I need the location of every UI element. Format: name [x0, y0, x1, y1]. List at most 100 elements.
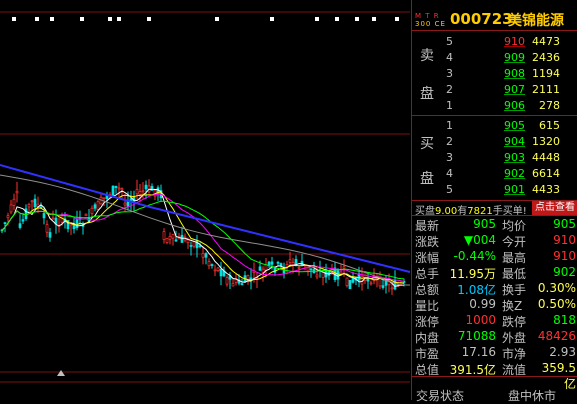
- quote-value: 1.08亿: [457, 283, 496, 297]
- event-marker: [35, 17, 39, 21]
- event-marker: [80, 17, 84, 21]
- candle-body: [21, 219, 25, 222]
- candle-body: [93, 204, 97, 209]
- order-price[interactable]: 906: [480, 99, 525, 112]
- order-price[interactable]: 903: [480, 151, 525, 164]
- candle-body: [3, 222, 7, 225]
- quote-label: 外盘: [502, 331, 527, 345]
- candle-body: [18, 223, 22, 228]
- order-volume: 278: [539, 99, 560, 112]
- order-price[interactable]: 902: [480, 167, 525, 180]
- candle-body: [9, 204, 13, 213]
- view-details-button[interactable]: 点击查看: [532, 201, 577, 215]
- order-price[interactable]: 901: [480, 183, 525, 196]
- candle-body: [42, 213, 46, 219]
- candle-body: [219, 269, 223, 277]
- order-volume: 1194: [532, 67, 560, 80]
- candle-body: [369, 282, 373, 285]
- divider: [412, 30, 577, 31]
- quote-value: 905: [553, 217, 576, 231]
- stock-header: M T R 300 CE 000723 美锦能源: [412, 8, 577, 30]
- candle-body: [270, 261, 274, 265]
- order-level: 5: [446, 183, 453, 196]
- order-level: 4: [446, 51, 453, 64]
- order-price[interactable]: 909: [480, 51, 525, 64]
- buy-label-bottom: 盘: [420, 171, 434, 187]
- event-marker: [147, 17, 151, 21]
- candle-body: [261, 268, 265, 273]
- quote-label: 今开: [502, 235, 527, 249]
- candle-body: [168, 236, 172, 240]
- candle-body: [267, 261, 271, 266]
- candle-body: [144, 184, 148, 190]
- quote-label: 总额: [415, 283, 440, 297]
- candle-body: [213, 269, 217, 272]
- quote-value: 11.95万: [449, 267, 496, 281]
- quote-label: 涨幅: [415, 251, 440, 265]
- candle-body: [309, 268, 313, 271]
- trading-status: 交易状态 盘中休市: [412, 377, 577, 403]
- quote-value: 818: [553, 313, 576, 327]
- kline-svg[interactable]: [0, 0, 410, 400]
- axis-marker: [57, 370, 65, 376]
- candle-body: [381, 285, 385, 288]
- event-marker: [335, 17, 339, 21]
- candle-body: [390, 287, 394, 290]
- mtr-bottom: 300 CE: [415, 20, 446, 28]
- event-marker: [12, 17, 16, 21]
- candle-body: [210, 264, 214, 266]
- quote-label: 量比: [415, 299, 440, 313]
- order-price[interactable]: 910: [480, 35, 525, 48]
- order-price[interactable]: 907: [480, 83, 525, 96]
- quote-value: -0.44%: [453, 249, 496, 263]
- order-level: 4: [446, 167, 453, 180]
- quote-value: ▼004: [463, 233, 496, 247]
- order-level: 1: [446, 99, 453, 112]
- order-price[interactable]: 904: [480, 135, 525, 148]
- order-price[interactable]: 908: [480, 67, 525, 80]
- candle-body: [138, 191, 142, 196]
- quote-value: 48426: [537, 329, 576, 343]
- candle-body: [96, 201, 100, 210]
- divider: [412, 115, 577, 116]
- trading-status-value: 盘中休市: [508, 389, 557, 403]
- candle-body: [198, 245, 202, 248]
- candle-body: [315, 274, 319, 278]
- quote-label: 市盈: [415, 347, 440, 361]
- candle-body: [240, 283, 244, 285]
- quote-label: 最低: [502, 267, 527, 281]
- quote-label: 均价: [502, 219, 527, 233]
- quote-value: 905: [473, 217, 496, 231]
- candle-body: [276, 261, 280, 264]
- order-volume: 4473: [532, 35, 560, 48]
- order-row[interactable]: 1 906 278: [442, 97, 577, 115]
- candle-body: [201, 253, 205, 258]
- candle-body: [141, 190, 145, 193]
- candle-body: [6, 215, 10, 219]
- candle-body: [186, 239, 190, 243]
- order-level: 5: [446, 35, 453, 48]
- order-row[interactable]: 5 901 4433: [442, 181, 577, 199]
- candle-body: [342, 266, 346, 269]
- candle-body: [90, 207, 94, 214]
- candle-body: [51, 217, 55, 220]
- candle-body: [15, 190, 19, 194]
- candle-body: [231, 283, 235, 287]
- order-level: 2: [446, 83, 453, 96]
- candle-body: [48, 232, 52, 238]
- stock-name: 美锦能源: [508, 13, 564, 29]
- big-order-message: 买盘9.00有7821手买单! 点击查看: [412, 201, 577, 217]
- order-price[interactable]: 905: [480, 119, 525, 132]
- quote-value: 17.16: [461, 345, 496, 359]
- order-level: 1: [446, 119, 453, 132]
- order-volume: 4448: [532, 151, 560, 164]
- quote-label: 跌停: [502, 315, 527, 329]
- quote-label: 涨停: [415, 315, 440, 329]
- mtr-top: M T R: [415, 12, 440, 20]
- kline-chart[interactable]: [0, 0, 410, 400]
- ma-long2-line: [0, 174, 410, 286]
- sell-label-top: 卖: [420, 48, 434, 64]
- event-marker: [315, 17, 319, 21]
- candle-body: [207, 261, 211, 267]
- candle-body: [297, 267, 301, 269]
